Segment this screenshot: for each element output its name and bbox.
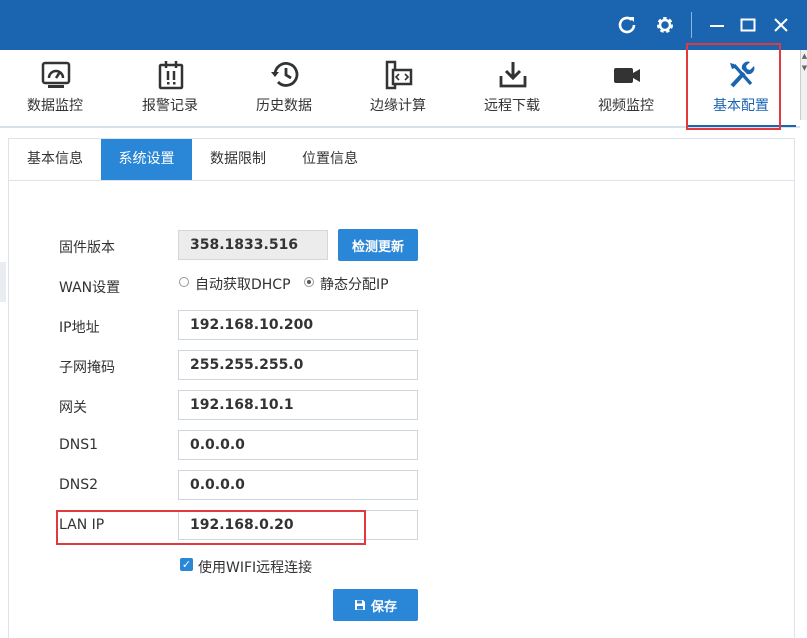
wan-label: WAN设置: [59, 280, 121, 296]
dns1-label: DNS1: [59, 437, 99, 453]
save-button[interactable]: 保存: [333, 589, 418, 621]
radio-static-ip[interactable]: [304, 277, 314, 287]
tab-system-settings[interactable]: 系统设置: [101, 139, 192, 180]
toolbar-label: 报警记录: [142, 98, 198, 114]
maximize-icon[interactable]: [735, 12, 761, 38]
close-icon[interactable]: [768, 12, 794, 38]
minimize-icon[interactable]: [704, 12, 730, 38]
tab-location-info[interactable]: 位置信息: [284, 139, 376, 180]
wifi-checkbox-label: 使用WIFI远程连接: [198, 560, 313, 576]
highlight-lan-ip: [56, 510, 366, 545]
ip-label: IP地址: [59, 320, 100, 336]
radio-dhcp-label: 自动获取DHCP: [195, 277, 291, 293]
video-camera-icon: [614, 68, 640, 83]
tab-basic-info[interactable]: 基本信息: [9, 139, 101, 180]
subtab-bar: 基本信息 系统设置 数据限制 位置信息: [9, 139, 794, 181]
toolbar-label: 数据监控: [27, 98, 83, 114]
main-toolbar: 数据监控 报警记录 历史数据 边缘计算 远程下载 视频监控 基本配置: [0, 50, 800, 128]
radio-static-ip-label: 静态分配IP: [320, 277, 389, 293]
check-update-button[interactable]: 检测更新: [338, 229, 418, 261]
edge-computing-icon: [385, 60, 413, 90]
toolbar-scrollbar[interactable]: ▲ ▼: [800, 50, 807, 120]
toolbar-alarm-records[interactable]: 报警记录: [115, 50, 225, 126]
toolbar-label: 历史数据: [256, 98, 312, 114]
history-clock-icon: [271, 62, 299, 87]
radio-dhcp[interactable]: [179, 277, 189, 287]
toolbar-label: 边缘计算: [370, 98, 426, 114]
tab-data-limits[interactable]: 数据限制: [192, 139, 284, 180]
refresh-icon[interactable]: [614, 12, 640, 38]
firmware-version-field: 358.1833.516: [178, 230, 328, 260]
toolbar-label: 远程下载: [484, 98, 540, 114]
gateway-input[interactable]: 192.168.10.1: [178, 390, 418, 420]
toolbar-history-data[interactable]: 历史数据: [229, 50, 339, 126]
toolbar-remote-download[interactable]: 远程下载: [457, 50, 567, 126]
dns2-label: DNS2: [59, 477, 99, 493]
ip-address-input[interactable]: 192.168.10.200: [178, 310, 418, 340]
highlight-basic-config: [686, 43, 781, 130]
wifi-checkbox[interactable]: ✓: [180, 558, 193, 571]
toolbar-label: 视频监控: [598, 98, 654, 114]
toolbar-video-monitor[interactable]: 视频监控: [571, 50, 681, 126]
toolbar-data-monitor[interactable]: 数据监控: [0, 50, 110, 126]
gateway-label: 网关: [59, 400, 87, 416]
dashboard-gauge-icon: [41, 61, 71, 88]
dns2-input[interactable]: 0.0.0.0: [178, 470, 418, 500]
download-icon: [499, 62, 527, 88]
title-bar-divider: [691, 12, 692, 38]
settings-panel: 基本信息 系统设置 数据限制 位置信息: [8, 138, 795, 638]
toolbar-edge-computing[interactable]: 边缘计算: [343, 50, 453, 126]
save-button-label: 保存: [370, 599, 397, 615]
dns1-input[interactable]: 0.0.0.0: [178, 430, 418, 460]
alarm-record-icon: [158, 61, 184, 90]
subnet-mask-label: 子网掩码: [59, 360, 115, 376]
save-floppy-icon: [354, 600, 365, 610]
subnet-mask-input[interactable]: 255.255.255.0: [178, 350, 418, 380]
left-edge-strip: [0, 262, 6, 302]
settings-gear-icon[interactable]: [652, 12, 678, 38]
firmware-label: 固件版本: [59, 240, 115, 256]
